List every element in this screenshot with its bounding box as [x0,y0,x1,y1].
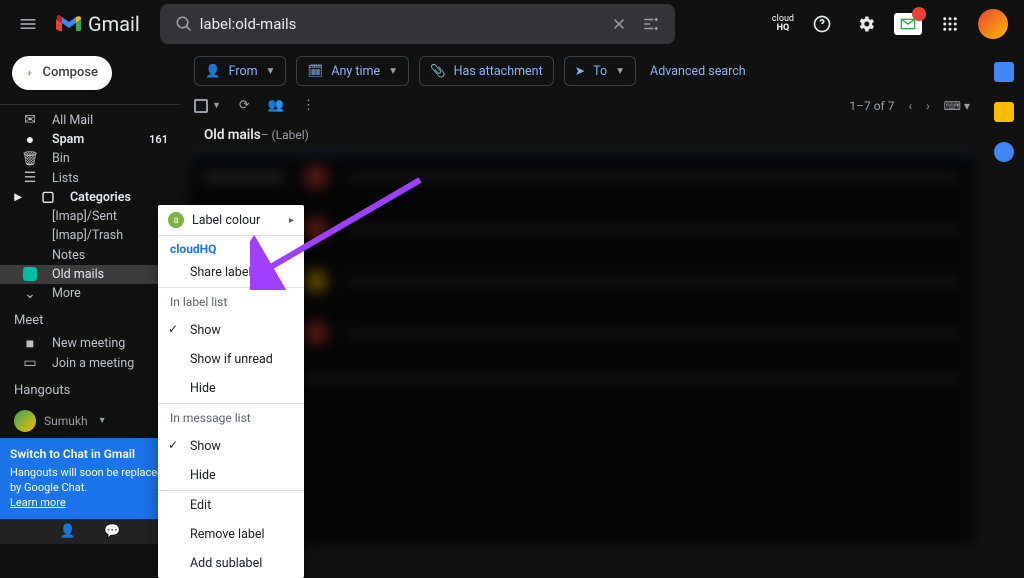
chevron-down-icon: ▼ [266,66,276,77]
hangouts-section-title: Hangouts [0,373,180,404]
chevron-down-icon: ▼ [388,66,398,77]
settings-icon[interactable] [850,8,882,40]
ctx-share-label[interactable]: Share label ... [158,258,304,287]
chevron-right-icon: ▸ [10,189,26,205]
account-avatar[interactable] [978,9,1008,39]
list-icon: ☰ [22,170,38,186]
keyboard-icon: ▭ [22,355,38,371]
chevron-down-icon: ▼ [212,100,221,111]
nav-categories[interactable]: ▸▢Categories [0,188,180,207]
cloudhq-badge[interactable]: cloudHQ [772,15,794,33]
nav-spam[interactable]: ●Spam161 [0,130,180,149]
person-icon: 👤 [205,64,221,79]
nav-old-mails[interactable]: Old mails [0,265,180,284]
nav-lists[interactable]: ☰Lists [0,168,180,187]
keep-addon-icon[interactable] [994,102,1014,122]
more-icon[interactable]: ⋮ [302,98,315,113]
advanced-search-link[interactable]: Advanced search [650,64,746,79]
search-bar[interactable] [160,4,675,44]
chip-from[interactable]: 👤From▼ [194,56,286,86]
ctx-add-sublabel[interactable]: Add sublabel [158,549,304,578]
nav-notes[interactable]: Notes [0,246,180,265]
video-icon: ■ [22,335,38,352]
compose-button[interactable]: Compose [12,56,112,90]
app-name: Gmail [88,12,140,36]
ctx-section-label-list: In label list [158,288,304,316]
ctx-section-message-list: In message list [158,404,304,432]
chip-to[interactable]: ➤To▼ [564,56,636,86]
meet-new-meeting[interactable]: ■New meeting [0,334,180,353]
ctx-show-unread[interactable]: Show if unread [158,345,304,374]
calendar-addon-icon[interactable] [994,62,1014,82]
chevron-down-icon: ⌄ [22,286,38,302]
ctx-label-colour[interactable]: a Label colour ▸ [158,205,304,235]
tasks-addon-icon[interactable] [994,142,1014,162]
search-input[interactable] [200,15,603,33]
page-count: 1–7 of 7 [849,99,894,113]
spam-icon: ● [22,131,38,148]
nav-bin[interactable]: 🗑Bin [0,149,180,168]
meet-section-title: Meet [0,303,180,334]
chip-anytime[interactable]: 🗓Any time▼ [296,56,409,86]
label-header: Old mails– (Label) [180,117,984,153]
label-color-dot: a [168,212,184,228]
ctx-hide-label-list[interactable]: Hide [158,374,304,403]
nav-all-mail[interactable]: ✉All Mail [0,111,180,130]
chevron-right-icon: ▸ [289,215,294,226]
clear-search-icon[interactable] [603,15,635,33]
cloudhq-brand: cloudHQ [158,236,304,258]
trash-icon: 🗑 [22,151,38,167]
ctx-hide-message-list[interactable]: Hide [158,461,304,490]
learn-more-link[interactable]: Learn more [10,496,66,509]
prev-page-icon[interactable]: ‹ [908,99,912,113]
side-panel [984,48,1024,544]
nav-imap-sent[interactable]: [Imap]/Sent [0,207,180,226]
compose-label: Compose [42,65,98,80]
chip-attachment[interactable]: 📎Has attachment [419,56,554,86]
input-tools-icon[interactable]: ⌨ ▾ [944,99,970,113]
sidebar: Compose ✉All Mail ●Spam161 🗑Bin ☰Lists ▸… [0,48,180,544]
ctx-edit[interactable]: Edit [158,491,304,520]
hangouts-avatar [14,410,36,432]
send-icon: ➤ [575,63,585,79]
stack-icon: ✉ [22,112,38,128]
attachment-icon: 📎 [430,64,446,79]
search-options-icon[interactable] [635,15,667,33]
meet-join-meeting[interactable]: ▭Join a meeting [0,354,180,373]
hangouts-icon[interactable]: 💬 [104,524,120,539]
ctx-remove[interactable]: Remove label [158,520,304,549]
email-list[interactable] [190,153,974,544]
label-icon [22,267,38,281]
ctx-show-message-list[interactable]: Show [158,432,304,461]
ctx-show-label-list[interactable]: Show [158,316,304,345]
person-icon[interactable]: 👤 [60,524,76,539]
support-icon[interactable] [806,8,838,40]
chat-promo[interactable]: Switch to Chat in Gmail Hangouts will so… [0,438,180,519]
main-menu-icon[interactable] [8,4,48,44]
apps-icon[interactable] [934,8,966,40]
category-icon: ▢ [40,189,56,205]
select-all-checkbox[interactable]: ▼ [194,99,221,113]
label-context-menu: a Label colour ▸ cloudHQ Share label ...… [158,205,304,578]
hangouts-user[interactable]: Sumukh ▾ [0,404,180,438]
next-page-icon[interactable]: › [926,99,930,113]
gmail-logo[interactable]: Gmail [56,12,140,36]
nav-imap-trash[interactable]: [Imap]/Trash [0,226,180,245]
chevron-down-icon: ▼ [615,66,625,77]
calendar-icon: 🗓 [307,64,323,79]
chevron-down-icon: ▾ [100,415,105,426]
notifications-badge[interactable] [894,13,922,35]
group-icon[interactable]: 👥 [268,98,284,113]
nav-more[interactable]: ⌄More [0,284,180,303]
refresh-icon[interactable]: ⟳ [239,98,250,113]
search-icon [168,15,200,33]
